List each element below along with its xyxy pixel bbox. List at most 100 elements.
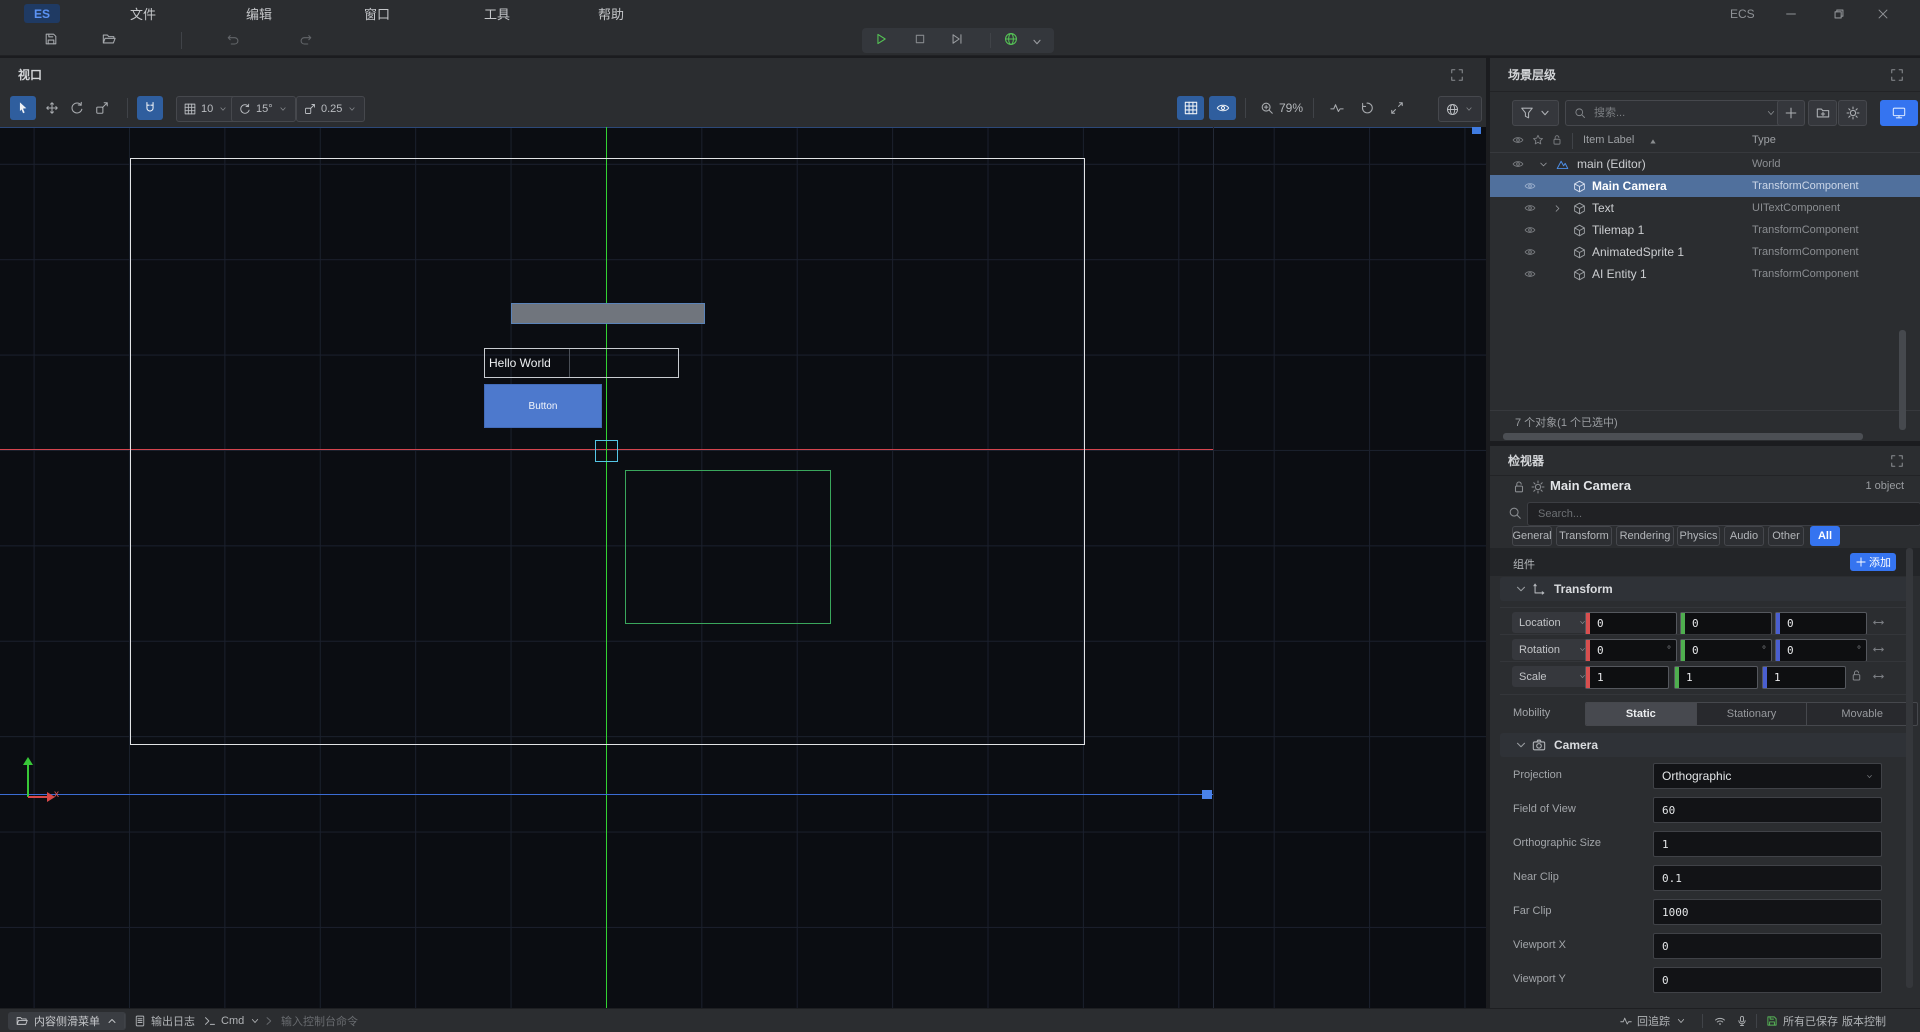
favorite-column-icon[interactable] <box>1532 134 1544 146</box>
tree-row-main-camera[interactable]: Main CameraTransformComponent <box>1490 175 1920 197</box>
app-logo[interactable]: ES <box>24 4 60 23</box>
tree-row-animatedsprite-1[interactable]: AnimatedSprite 1TransformComponent <box>1490 241 1920 263</box>
scale-x-input[interactable] <box>1590 671 1668 684</box>
location-y-input[interactable] <box>1685 617 1771 630</box>
scale-mode-dropdown[interactable]: Scale <box>1512 666 1594 687</box>
grid-snap-dropdown[interactable]: 10 <box>176 96 236 122</box>
property-input[interactable] <box>1654 838 1881 851</box>
console-input[interactable]: 输入控制台命令 <box>264 1009 358 1032</box>
column-item-label[interactable]: Item Label <box>1583 134 1634 146</box>
transform-section-header[interactable]: Transform <box>1500 577 1910 601</box>
snap-toggle-button[interactable] <box>137 96 163 120</box>
property-input[interactable] <box>1654 804 1881 817</box>
selection-box[interactable] <box>595 440 618 462</box>
chevron-down-icon[interactable] <box>1765 107 1777 119</box>
eye-icon[interactable] <box>1524 241 1536 263</box>
tree-row-main-editor-[interactable]: main (Editor)World <box>1490 153 1920 175</box>
scale-tool-button[interactable] <box>89 96 115 120</box>
settings-button[interactable] <box>1838 100 1867 126</box>
eye-icon[interactable] <box>1524 197 1536 219</box>
menu-item-2[interactable]: 编辑 <box>240 0 278 27</box>
property-field-viewport-x[interactable] <box>1653 933 1882 959</box>
open-project-button[interactable] <box>102 32 116 49</box>
menu-item-4[interactable]: 工具 <box>478 0 516 27</box>
rotation-y-input[interactable] <box>1685 644 1762 657</box>
filter-button[interactable] <box>1512 100 1559 126</box>
property-input[interactable] <box>1654 769 1865 783</box>
stop-button[interactable] <box>913 32 927 49</box>
scene-canvas[interactable]: Hello World Button x <box>0 127 1486 1008</box>
lock-column-icon[interactable] <box>1551 134 1563 146</box>
horizontal-scrollbar[interactable] <box>1503 433 1863 440</box>
microphone-button[interactable] <box>1736 1009 1748 1032</box>
reset-link-icon[interactable] <box>1872 616 1885 629</box>
location-z-field[interactable] <box>1775 612 1867 635</box>
reset-view-button[interactable] <box>1355 96 1379 120</box>
property-input[interactable] <box>1654 872 1881 885</box>
tab-other[interactable]: Other <box>1768 526 1804 546</box>
tab-transform[interactable]: Transform <box>1556 526 1612 546</box>
location-x-input[interactable] <box>1590 617 1676 630</box>
ui-canvas-bottom-handle[interactable] <box>1202 790 1212 799</box>
content-drawer-button[interactable]: 内容侧滑菜单 <box>8 1012 126 1030</box>
scale-x-field[interactable] <box>1585 666 1669 689</box>
location-y-field[interactable] <box>1680 612 1772 635</box>
scale-z-input[interactable] <box>1767 671 1845 684</box>
minimize-button[interactable] <box>1776 0 1806 27</box>
property-input[interactable] <box>1654 974 1881 987</box>
tree-row-text[interactable]: TextUITextComponent <box>1490 197 1920 219</box>
rotate-snap-dropdown[interactable]: 15° <box>231 96 296 122</box>
property-field-projection[interactable] <box>1653 763 1882 789</box>
location-mode-dropdown[interactable]: Location <box>1512 612 1594 633</box>
vertical-scrollbar[interactable] <box>1906 548 1913 988</box>
new-folder-button[interactable] <box>1808 100 1837 126</box>
fullscreen-button[interactable] <box>1385 96 1409 120</box>
save-button[interactable] <box>44 32 58 49</box>
gizmo-visibility-toggle[interactable] <box>1209 96 1236 120</box>
redo-button[interactable] <box>299 32 313 49</box>
tree-row-ai-entity-1[interactable]: AI Entity 1TransformComponent <box>1490 263 1920 285</box>
output-log-button[interactable]: 输出日志 <box>134 1009 195 1032</box>
rotation-y-field[interactable]: ° <box>1680 639 1772 662</box>
world-run-target-button[interactable] <box>1004 32 1018 49</box>
eye-icon[interactable] <box>1524 219 1536 241</box>
chevron-down-icon[interactable] <box>1514 738 1528 752</box>
lock-icon[interactable] <box>1512 480 1526 494</box>
undo-button[interactable] <box>226 32 240 49</box>
scale-y-field[interactable] <box>1674 666 1758 689</box>
tree-row-tilemap-1[interactable]: Tilemap 1TransformComponent <box>1490 219 1920 241</box>
maximize-panel-icon[interactable] <box>1890 454 1904 468</box>
menu-item-5[interactable]: 帮助 <box>592 0 630 27</box>
chevron-down-icon[interactable] <box>1865 772 1881 781</box>
inspector-search-input[interactable] <box>1536 507 1912 521</box>
property-field-viewport-y[interactable] <box>1653 967 1882 993</box>
rotation-z-field[interactable]: ° <box>1775 639 1867 662</box>
rotate-tool-button[interactable] <box>64 96 90 120</box>
chevron-down-icon[interactable] <box>1514 582 1528 596</box>
cmd-dropdown[interactable]: Cmd <box>204 1009 261 1032</box>
add-entity-button[interactable] <box>1777 100 1805 126</box>
add-component-button[interactable]: 添加 <box>1850 553 1896 571</box>
button-widget[interactable]: Button <box>484 384 602 428</box>
viewport-world-dropdown[interactable] <box>1438 96 1482 122</box>
version-control-button[interactable]: 版本控制 <box>1842 1009 1886 1032</box>
rotation-x-field[interactable]: ° <box>1585 639 1677 662</box>
rotation-x-input[interactable] <box>1590 644 1667 657</box>
display-mode-button[interactable] <box>1880 100 1918 126</box>
stats-overlay-button[interactable] <box>1325 96 1349 120</box>
eye-icon[interactable] <box>1524 175 1536 197</box>
inspector-search[interactable] <box>1527 502 1920 526</box>
maximize-panel-icon[interactable] <box>1450 68 1464 82</box>
grid-visibility-toggle[interactable] <box>1177 96 1204 120</box>
select-tool-button[interactable] <box>10 96 36 120</box>
location-z-input[interactable] <box>1780 617 1866 630</box>
eye-icon[interactable] <box>1512 153 1524 175</box>
text-widget[interactable]: Hello World <box>484 348 679 378</box>
vertical-scrollbar[interactable] <box>1899 330 1906 430</box>
close-button[interactable] <box>1868 0 1898 27</box>
gear-icon[interactable] <box>1531 480 1545 494</box>
property-field-near-clip[interactable] <box>1653 865 1882 891</box>
zoom-level-control[interactable]: 79% <box>1260 96 1303 120</box>
property-field-field-of-view[interactable] <box>1653 797 1882 823</box>
reset-link-icon[interactable] <box>1872 670 1885 683</box>
